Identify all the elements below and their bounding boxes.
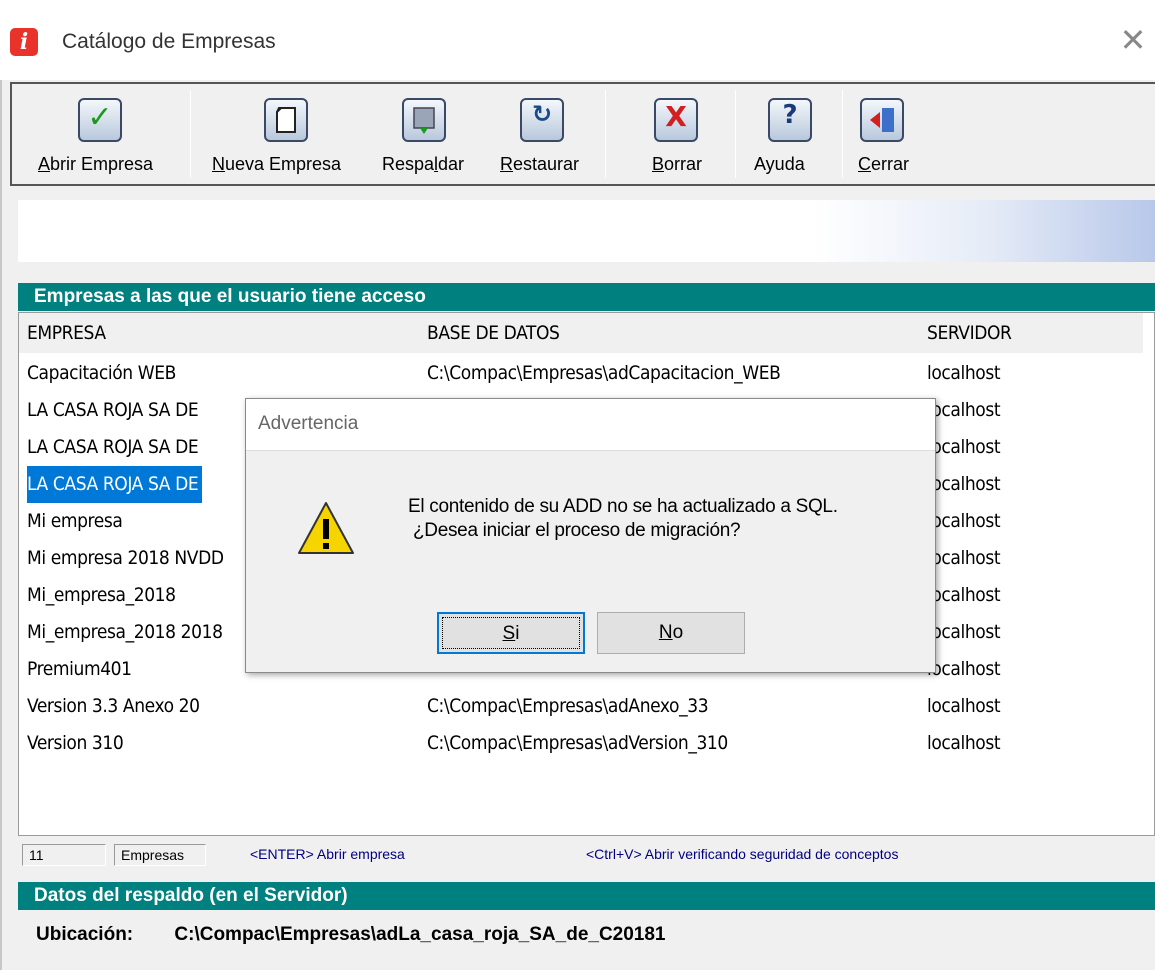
cell-servidor: localhost	[927, 584, 1001, 606]
cell-empresa: Mi_empresa_2018	[27, 584, 176, 606]
backup-label: Respaldar	[382, 154, 465, 174]
delete-label: Borrar	[652, 154, 703, 174]
cell-empresa: Mi empresa 2018 NVDD	[27, 547, 224, 569]
table-row[interactable]: Version 310 C:\Compac\Empresas\adVersion_…	[19, 725, 1143, 762]
exit-icon	[860, 98, 904, 142]
yes-button[interactable]: Si	[437, 612, 585, 654]
cell-base-de-datos: C:\Compac\Empresas\adCapacitacion_WEB	[427, 362, 781, 384]
cell-empresa: Version 3.3 Anexo 20	[27, 695, 200, 717]
backup-button[interactable]: Respaldar	[372, 84, 482, 184]
cell-servidor: localhost	[927, 510, 1001, 532]
cell-servidor: localhost	[927, 732, 1001, 754]
dialog-title: Advertencia	[258, 413, 359, 434]
new-company-button[interactable]: Nueva Empresa	[202, 84, 372, 184]
exit-button[interactable]: Cerrar	[850, 84, 930, 184]
exit-label: Cerrar	[858, 154, 910, 174]
new-company-label: Nueva Empresa	[212, 154, 342, 174]
help-icon: ?	[768, 98, 812, 142]
toolbar: ✓ Abrir Empresa Nueva Empresa Respaldar …	[10, 82, 1155, 186]
restore-label: Restaurar	[500, 154, 580, 174]
cell-servidor: localhost	[927, 695, 1001, 717]
cell-empresa: LA CASA ROJA SA DE	[27, 466, 203, 503]
cell-servidor: localhost	[927, 621, 1001, 643]
backup-section-header: Datos del respaldo (en el Servidor)	[18, 882, 1155, 910]
cell-empresa: Mi empresa	[27, 510, 123, 532]
enter-hint: <ENTER> Abrir empresa	[250, 846, 405, 862]
toolbar-separator	[735, 90, 736, 178]
list-header: EMPRESA BASE DE DATOS SERVIDOR	[19, 313, 1143, 353]
cell-servidor: localhost	[927, 436, 1001, 458]
company-count: 11	[22, 844, 106, 866]
delete-button[interactable]: X Borrar	[618, 84, 728, 184]
dialog-message: El contenido de su ADD no se ha actualiz…	[408, 496, 838, 541]
cell-empresa: LA CASA ROJA SA DE	[27, 436, 199, 458]
ctrlv-hint: <Ctrl+V> Abrir verificando seguridad de …	[586, 846, 899, 862]
open-company-button[interactable]: ✓ Abrir Empresa	[12, 84, 190, 184]
toolbar-separator	[842, 90, 843, 178]
delete-icon: X	[654, 98, 698, 142]
dialog-title-bar[interactable]: Advertencia	[246, 399, 935, 451]
cell-servidor: localhost	[927, 362, 1001, 384]
cell-base-de-datos: C:\Compac\Empresas\adAnexo_33	[427, 695, 709, 717]
column-header-empresa[interactable]: EMPRESA	[27, 313, 106, 353]
table-row[interactable]: Capacitación WEB C:\Compac\Empresas\adCap…	[19, 355, 1143, 392]
status-bar: 11 Empresas <ENTER> Abrir empresa <Ctrl+…	[18, 836, 1155, 872]
column-header-base[interactable]: BASE DE DATOS	[427, 313, 560, 353]
cell-servidor: localhost	[927, 547, 1001, 569]
warning-dialog: Advertencia El contenido de su ADD no se…	[245, 398, 936, 673]
checkmark-icon: ✓	[78, 98, 122, 142]
cell-empresa: Premium401	[27, 658, 132, 680]
cell-servidor: localhost	[927, 399, 1001, 421]
backup-location: Ubicación: C:\Compac\Empresas\adLa_casa_…	[36, 924, 666, 946]
backup-location-value: C:\Compac\Empresas\adLa_casa_roja_SA_de_…	[174, 924, 666, 945]
company-count-label: Empresas	[114, 844, 206, 866]
toolbar-separator	[605, 90, 606, 178]
title-bar: i Catálogo de Empresas ✕	[0, 0, 1155, 90]
restore-icon: ↻	[520, 98, 564, 142]
column-header-servidor[interactable]: SERVIDOR	[927, 313, 1012, 353]
close-icon[interactable]: ✕	[1118, 22, 1148, 58]
companies-section-header: Empresas a las que el usuario tiene acce…	[18, 283, 1155, 311]
cell-servidor: localhost	[927, 473, 1001, 495]
backup-icon	[402, 98, 446, 142]
backup-location-label: Ubicación:	[36, 924, 134, 945]
new-document-icon	[264, 98, 308, 142]
cell-empresa: Mi_empresa_2018 2018	[27, 621, 223, 643]
warning-icon	[296, 499, 356, 559]
app-logo-icon: i	[10, 28, 38, 56]
open-company-label: Abrir Empresa	[38, 154, 154, 174]
cell-empresa: Capacitación WEB	[27, 362, 176, 384]
cell-servidor: localhost	[927, 658, 1001, 680]
cell-empresa: LA CASA ROJA SA DE	[27, 399, 199, 421]
cell-base-de-datos: C:\Compac\Empresas\adVersion_310	[427, 732, 728, 754]
no-button[interactable]: No	[597, 612, 745, 654]
help-button[interactable]: ? Ayuda	[740, 84, 840, 184]
toolbar-separator	[190, 90, 191, 178]
focus-ring	[442, 617, 580, 649]
help-label: Ayuda	[754, 154, 805, 174]
table-row[interactable]: Version 3.3 Anexo 20 C:\Compac\Empresas\a…	[19, 688, 1143, 725]
banner	[18, 200, 1155, 262]
restore-button[interactable]: ↻ Restaurar	[490, 84, 600, 184]
cell-empresa: Version 310	[27, 732, 124, 754]
window-title: Catálogo de Empresas	[62, 30, 276, 53]
